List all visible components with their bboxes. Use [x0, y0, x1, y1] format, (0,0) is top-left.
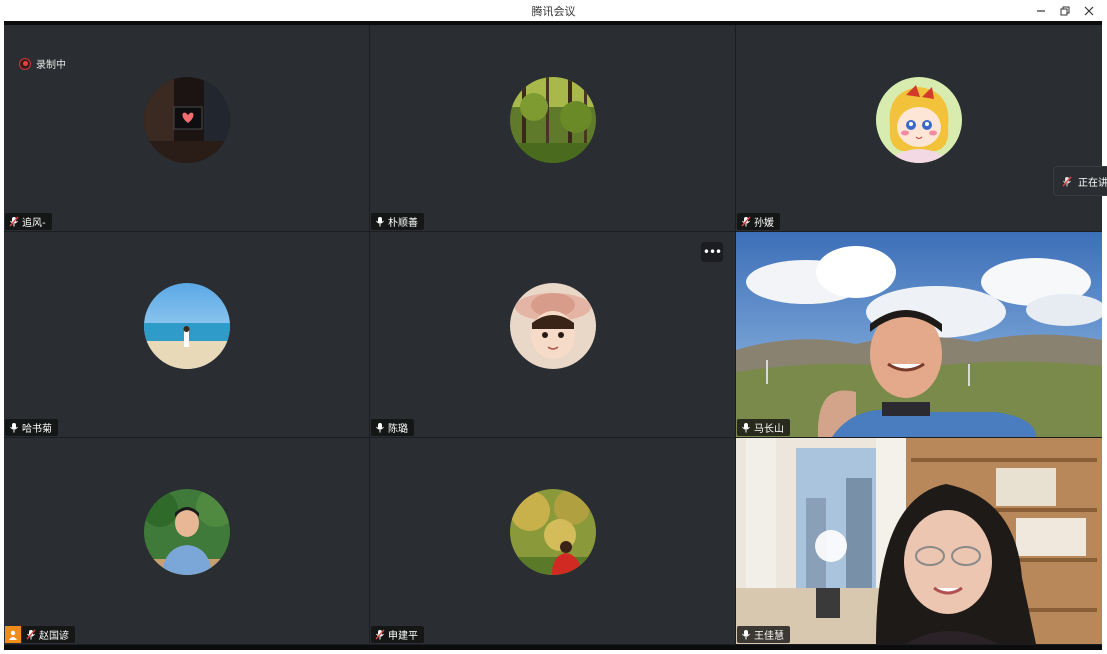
participant-name-tag: 申建平	[371, 626, 424, 643]
avatar	[143, 77, 230, 163]
mic-icon	[376, 423, 384, 433]
window-title: 腾讯会议	[531, 4, 576, 18]
participant-name: 申建平	[388, 631, 418, 642]
recording-label: 录制中	[36, 60, 66, 71]
minimize-button[interactable]	[1033, 3, 1049, 19]
participant-name-tag: 追风-	[5, 213, 52, 230]
participant-name: 朴顺善	[388, 218, 418, 229]
participant-name-tag: 孙媛	[737, 213, 780, 230]
record-icon	[19, 57, 31, 70]
host-badge	[5, 626, 21, 643]
close-button[interactable]	[1081, 3, 1097, 19]
title-bar: 腾讯会议	[0, 0, 1107, 21]
participant-tile[interactable]: 申建平	[370, 438, 735, 644]
avatar	[143, 283, 230, 369]
mic-muted-icon	[741, 216, 751, 227]
participant-tile[interactable]: 孙媛	[736, 25, 1102, 231]
participant-name: 追风-	[22, 218, 46, 229]
participant-name: 赵国谚	[39, 631, 69, 642]
mic-muted-icon	[26, 629, 36, 640]
restore-icon	[1060, 6, 1070, 15]
participant-name-tag: 陈璐	[371, 419, 414, 436]
close-icon	[1084, 6, 1094, 15]
participant-video	[736, 232, 1102, 437]
participant-name: 王佳慧	[754, 631, 784, 642]
participant-name: 陈璐	[388, 424, 408, 435]
more-icon: •••	[702, 245, 722, 259]
participant-name-tag: 王佳慧	[737, 626, 790, 643]
window-controls	[1033, 0, 1097, 21]
participant-name-tag: 赵国谚	[22, 626, 75, 643]
more-options-button[interactable]: •••	[701, 242, 723, 262]
avatar	[509, 77, 596, 163]
restore-button[interactable]	[1057, 3, 1073, 19]
mic-muted-icon	[1062, 176, 1072, 186]
avatar	[143, 489, 230, 575]
participant-name: 哈书菊	[22, 424, 52, 435]
avatar	[509, 489, 596, 575]
participant-tile[interactable]: 王佳慧	[736, 438, 1102, 644]
participant-tile[interactable]: 赵国谚	[4, 438, 369, 644]
participant-name: 孙媛	[754, 218, 774, 229]
participant-tile[interactable]: ••• 陈璐	[370, 232, 735, 437]
minimize-icon	[1037, 9, 1045, 12]
mic-muted-icon	[375, 629, 385, 640]
speaking-label: 正在讲	[1078, 177, 1107, 189]
participant-tile[interactable]: 哈书菊	[4, 232, 369, 437]
recording-indicator: 录制中	[19, 56, 66, 71]
mic-icon	[376, 217, 384, 227]
participant-tile[interactable]: 朴顺善	[370, 25, 735, 231]
participant-name-tag: 朴顺善	[371, 213, 424, 230]
avatar	[509, 283, 596, 369]
video-grid: 录制中 追风- 朴顺善 孙媛 哈书菊 ••• 陈璐 马长山 赵国谚 申建平 王佳…	[4, 25, 1102, 645]
mic-icon	[10, 423, 18, 433]
speaking-indicator-popup[interactable]: 正在讲	[1053, 166, 1107, 196]
participant-video	[736, 438, 1102, 644]
participant-name-tag: 哈书菊	[5, 419, 58, 436]
participant-tile-speaking[interactable]: 马长山	[736, 232, 1102, 437]
participant-tile[interactable]: 录制中 追风-	[4, 25, 369, 231]
participant-name-tag: 马长山	[737, 419, 790, 436]
mic-muted-icon	[9, 216, 19, 227]
mic-icon	[742, 630, 750, 640]
person-icon	[9, 630, 17, 640]
participant-name: 马长山	[754, 424, 784, 435]
mic-icon	[742, 423, 750, 433]
video-area-bottom-border	[4, 645, 1102, 650]
avatar	[876, 77, 962, 163]
